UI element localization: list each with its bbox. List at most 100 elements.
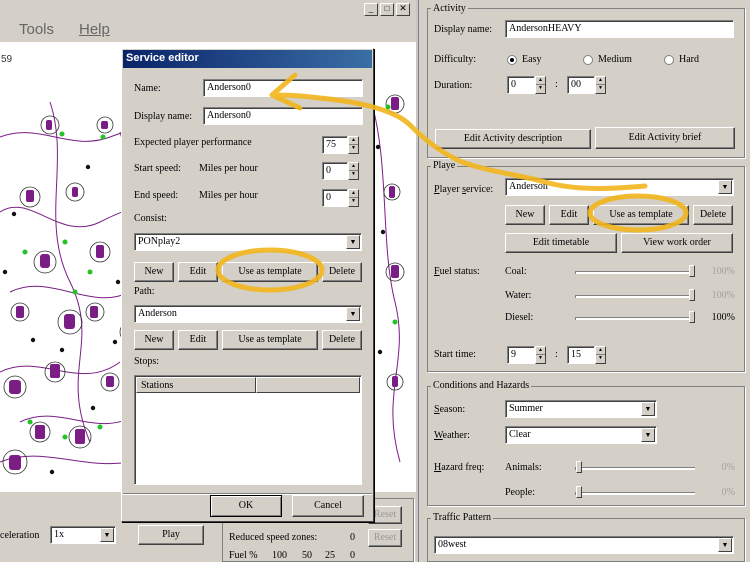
duration-hours-spinner[interactable]: ▲ ▼: [535, 76, 546, 94]
player-service-select[interactable]: Anderson ▼: [505, 178, 734, 196]
menu-tools[interactable]: Tools: [19, 21, 54, 38]
spin-up-icon[interactable]: ▲: [536, 347, 545, 355]
close-button[interactable]: ✕: [396, 3, 410, 16]
spin-down-icon[interactable]: ▼: [349, 198, 358, 206]
edit-timetable-button[interactable]: Edit timetable: [505, 233, 617, 253]
fuel-value-0: 0: [350, 550, 355, 561]
expected-perf-field[interactable]: 75: [322, 136, 348, 154]
start-speed-field[interactable]: 0: [322, 162, 348, 180]
difficulty-label: Difficulty:: [434, 54, 477, 65]
chevron-down-icon[interactable]: ▼: [718, 538, 732, 552]
path-delete-button[interactable]: Delete: [322, 330, 362, 350]
player-service-use-as-template-button[interactable]: Use as template: [593, 205, 689, 225]
acceleration-select[interactable]: 1x ▼: [50, 526, 116, 544]
dialog-titlebar[interactable]: Service editor: [123, 50, 372, 68]
acceleration-label: celeration: [0, 530, 40, 541]
maximize-button[interactable]: □: [380, 3, 394, 16]
start-minute-spinner[interactable]: ▲ ▼: [595, 346, 606, 364]
diesel-value: 100%: [711, 312, 735, 323]
start-minute-field[interactable]: 15: [567, 346, 595, 364]
weather-label: Weather:: [434, 430, 470, 441]
consist-new-button[interactable]: New: [134, 262, 174, 282]
spin-up-icon[interactable]: ▲: [596, 77, 605, 85]
name-field[interactable]: Anderson0: [203, 79, 363, 97]
path-use-as-template-button[interactable]: Use as template: [222, 330, 318, 350]
spin-up-icon[interactable]: ▲: [596, 347, 605, 355]
path-select[interactable]: Anderson ▼: [134, 305, 362, 323]
diesel-slider-thumb[interactable]: [689, 311, 695, 323]
fuel-value-25: 25: [325, 550, 335, 561]
spin-up-icon[interactable]: ▲: [536, 77, 545, 85]
player-service-edit-button[interactable]: Edit: [549, 205, 589, 225]
people-slider-thumb[interactable]: [576, 486, 582, 498]
menu-help[interactable]: Help: [79, 21, 110, 38]
stations-column-header[interactable]: Stations: [136, 377, 256, 393]
path-new-button[interactable]: New: [134, 330, 174, 350]
water-slider-thumb[interactable]: [689, 289, 695, 301]
reduced-speed-label: Reduced speed zones:: [229, 532, 318, 543]
spin-down-icon[interactable]: ▼: [596, 85, 605, 93]
difficulty-easy-label: Easy: [522, 54, 542, 65]
difficulty-hard-radio[interactable]: [664, 55, 674, 65]
spin-down-icon[interactable]: ▼: [536, 355, 545, 363]
player-service-delete-button[interactable]: Delete: [693, 205, 733, 225]
cancel-button[interactable]: Cancel: [292, 495, 364, 517]
start-speed-spinner[interactable]: ▲ ▼: [348, 162, 359, 180]
play-button[interactable]: Play: [138, 525, 204, 545]
display-name-label: Display name:: [134, 111, 193, 122]
duration-hours-field[interactable]: 0: [507, 76, 535, 94]
consist-use-as-template-button[interactable]: Use as template: [222, 262, 318, 282]
traffic-title: Traffic Pattern: [431, 512, 494, 523]
start-hour-spinner[interactable]: ▲ ▼: [535, 346, 546, 364]
spin-down-icon[interactable]: ▼: [596, 355, 605, 363]
display-name-field[interactable]: Anderson0: [203, 107, 363, 125]
start-hour-field[interactable]: 9: [507, 346, 535, 364]
edit-activity-description-button[interactable]: Edit Activity description: [435, 129, 591, 149]
people-slider-track[interactable]: [575, 492, 695, 495]
spin-down-icon[interactable]: ▼: [536, 85, 545, 93]
consist-delete-button[interactable]: Delete: [322, 262, 362, 282]
water-slider-track[interactable]: [575, 295, 695, 298]
end-speed-field[interactable]: 0: [322, 189, 348, 207]
spin-down-icon[interactable]: ▼: [349, 145, 358, 153]
spin-down-icon[interactable]: ▼: [349, 171, 358, 179]
duration-minutes-spinner[interactable]: ▲ ▼: [595, 76, 606, 94]
diesel-slider-track[interactable]: [575, 317, 695, 320]
consist-select[interactable]: PONplay2 ▼: [134, 233, 362, 251]
chevron-down-icon[interactable]: ▼: [718, 180, 732, 194]
duration-colon: :: [555, 79, 558, 90]
spin-up-icon[interactable]: ▲: [349, 163, 358, 171]
animals-slider-thumb[interactable]: [576, 461, 582, 473]
spin-up-icon[interactable]: ▲: [349, 137, 358, 145]
expected-perf-spinner[interactable]: ▲ ▼: [348, 136, 359, 154]
edit-activity-brief-button[interactable]: Edit Activity brief: [595, 127, 735, 149]
consist-edit-button[interactable]: Edit: [178, 262, 218, 282]
duration-minutes-field[interactable]: 00: [567, 76, 595, 94]
weather-select[interactable]: Clear ▼: [505, 426, 657, 444]
empty-column-header[interactable]: [256, 377, 360, 393]
coal-slider-track[interactable]: [575, 271, 695, 274]
reset-button-2[interactable]: Reset: [368, 529, 402, 547]
chevron-down-icon[interactable]: ▼: [346, 307, 360, 321]
ok-button[interactable]: OK: [210, 495, 282, 517]
player-service-new-button[interactable]: New: [505, 205, 545, 225]
end-speed-spinner[interactable]: ▲ ▼: [348, 189, 359, 207]
stops-list[interactable]: Stations: [134, 375, 362, 485]
spin-up-icon[interactable]: ▲: [349, 190, 358, 198]
animals-slider-track[interactable]: [575, 467, 695, 470]
activity-display-name-field[interactable]: AndersonHEAVY: [505, 20, 734, 38]
chevron-down-icon[interactable]: ▼: [641, 402, 655, 416]
chevron-down-icon[interactable]: ▼: [641, 428, 655, 442]
difficulty-easy-radio[interactable]: [507, 55, 517, 65]
season-select[interactable]: Summer ▼: [505, 400, 657, 418]
coal-slider-thumb[interactable]: [689, 265, 695, 277]
chevron-down-icon[interactable]: ▼: [100, 528, 114, 542]
difficulty-medium-radio[interactable]: [583, 55, 593, 65]
chevron-down-icon[interactable]: ▼: [346, 235, 360, 249]
minimize-button[interactable]: _: [364, 3, 378, 16]
traffic-pattern-select[interactable]: 08west ▼: [434, 536, 734, 554]
end-speed-unit: Miles per hour: [199, 190, 258, 201]
view-work-order-button[interactable]: View work order: [621, 233, 733, 253]
path-edit-button[interactable]: Edit: [178, 330, 218, 350]
player-title: Playe: [431, 160, 458, 171]
